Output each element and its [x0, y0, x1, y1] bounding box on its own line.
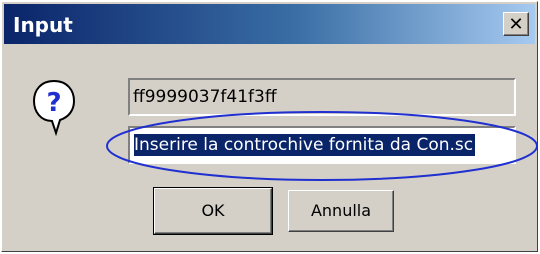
title-bar[interactable]: Input ✕ [4, 4, 535, 44]
cancel-button[interactable]: Annulla [288, 190, 394, 232]
ok-button[interactable]: OK [153, 187, 273, 235]
window-title: Input [13, 13, 73, 37]
key-value-field[interactable]: ff9999037f41f3ff [128, 78, 516, 116]
close-icon: ✕ [508, 13, 524, 35]
close-button[interactable]: ✕ [503, 12, 529, 36]
selected-input-text: Inserire la controchive fornita da Con.s… [134, 134, 476, 156]
question-mark-glyph: ? [46, 88, 61, 118]
controchiave-input[interactable]: Inserire la controchive fornita da Con.s… [128, 126, 516, 164]
question-icon: ? [32, 79, 76, 137]
